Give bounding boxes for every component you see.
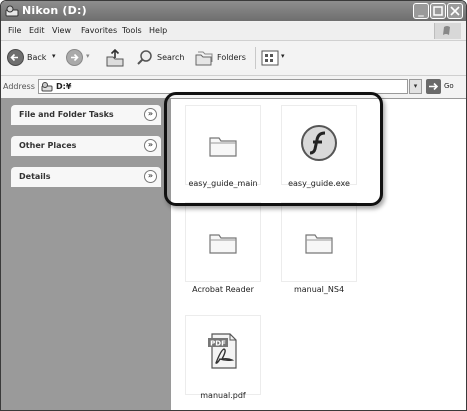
close-icon [450, 6, 460, 16]
expand-chevron-icon[interactable]: » [144, 108, 157, 121]
folder-icon [209, 234, 237, 254]
go-button[interactable]: Go [444, 82, 454, 90]
forward-dropdown-icon[interactable]: ▾ [86, 52, 90, 60]
views-icon [261, 50, 279, 66]
folders-icon [195, 51, 213, 66]
file-item-manual-pdf[interactable]: PDF [185, 315, 261, 395]
close-button[interactable] [447, 3, 463, 19]
toolbar: Back ▾ ▾ Search Folders ▾ [1, 41, 466, 76]
window-title: Nikon (D:) [22, 4, 87, 17]
panel-label: File and Folder Tasks [19, 110, 114, 119]
forward-button[interactable]: ▾ [66, 49, 96, 67]
search-label: Search [157, 53, 185, 62]
highlight-frame [164, 92, 383, 206]
drive-icon-small [41, 82, 53, 92]
file-name: manual_NS4 [293, 285, 345, 294]
file-item-acrobat-reader[interactable] [185, 202, 261, 282]
back-button[interactable]: Back ▾ [7, 49, 61, 67]
pdf-file-icon: PDF [208, 333, 237, 369]
toolbar-separator [255, 47, 256, 69]
back-dropdown-icon[interactable]: ▾ [52, 52, 56, 60]
panel-label: Details [19, 172, 51, 181]
expand-chevron-icon[interactable]: » [144, 170, 157, 183]
go-arrow-icon[interactable] [426, 79, 441, 94]
forward-arrow-icon [66, 49, 83, 66]
back-arrow-icon [7, 49, 24, 66]
folders-label: Folders [217, 53, 246, 62]
panel-details[interactable]: Details » [11, 167, 161, 187]
up-folder-button[interactable] [105, 48, 127, 67]
folders-button[interactable]: Folders [195, 49, 250, 67]
back-label: Back [27, 53, 47, 62]
menu-tools[interactable]: Tools [122, 26, 142, 35]
maximize-icon [433, 6, 443, 16]
file-name: manual.pdf [200, 391, 246, 400]
minimize-button[interactable]: _ [413, 3, 429, 19]
up-folder-icon [106, 48, 124, 67]
address-label: Address [3, 82, 35, 91]
explorer-window: Nikon (D:) _ File Edit View Favorites To… [0, 0, 467, 411]
views-dropdown-icon[interactable]: ▾ [281, 52, 285, 60]
search-button[interactable]: Search [136, 49, 190, 67]
title-bar: Nikon (D:) _ [1, 1, 466, 21]
file-name: Acrobat Reader [192, 285, 254, 294]
menu-bar: File Edit View Favorites Tools Help [1, 22, 466, 41]
panel-label: Other Places [19, 141, 77, 150]
task-pane: File and Folder Tasks » Other Places » D… [1, 99, 171, 410]
panel-file-folder-tasks[interactable]: File and Folder Tasks » [11, 105, 161, 125]
minimize-icon: _ [418, 4, 424, 17]
address-value: D:¥ [56, 82, 72, 91]
menu-file[interactable]: File [8, 26, 21, 35]
menu-view[interactable]: View [52, 26, 71, 35]
menu-favorites[interactable]: Favorites [81, 26, 117, 35]
windows-logo [434, 23, 461, 39]
maximize-button[interactable] [430, 3, 446, 19]
search-icon [137, 50, 152, 65]
views-button[interactable]: ▾ [261, 49, 289, 67]
panel-other-places[interactable]: Other Places » [11, 136, 161, 156]
drive-icon [5, 5, 19, 17]
menu-edit[interactable]: Edit [29, 26, 45, 35]
address-dropdown-icon[interactable]: ▾ [409, 79, 422, 94]
file-item-manual-ns4[interactable] [281, 202, 357, 282]
svg-text:PDF: PDF [210, 340, 226, 348]
expand-chevron-icon[interactable]: » [144, 139, 157, 152]
folder-icon [305, 234, 333, 254]
menu-help[interactable]: Help [149, 26, 167, 35]
